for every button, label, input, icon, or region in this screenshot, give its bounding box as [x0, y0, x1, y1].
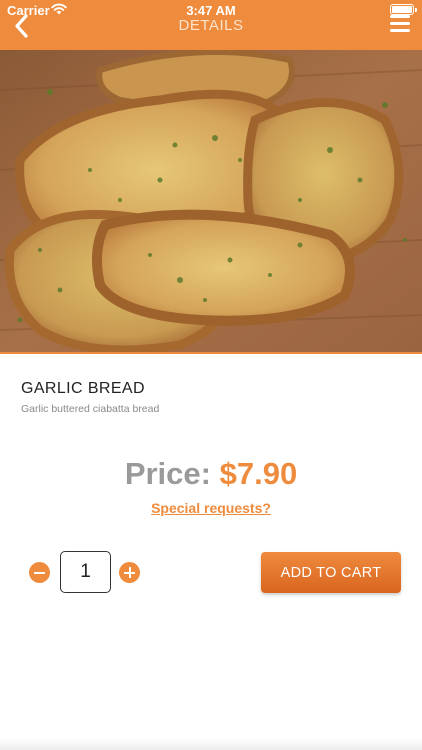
garlic-bread-photo: [0, 50, 422, 352]
menu-button[interactable]: [390, 15, 410, 32]
clock: 3:47 AM: [186, 3, 236, 18]
item-description: Garlic buttered ciabatta bread: [21, 403, 160, 415]
top-bar: Carrier 3:47 AM DETAILS: [0, 0, 422, 50]
quantity-input[interactable]: [60, 551, 111, 593]
item-name: GARLIC BREAD: [21, 380, 145, 397]
bottom-divider: [0, 738, 422, 750]
page-title: DETAILS: [178, 17, 244, 34]
decrease-quantity-button[interactable]: [29, 562, 50, 583]
price-row: Price: $7.90: [0, 456, 422, 492]
add-to-cart-button[interactable]: ADD TO CART: [261, 552, 401, 593]
increase-quantity-button[interactable]: [119, 562, 140, 583]
hamburger-menu-icon: [390, 15, 410, 32]
battery-icon: [390, 4, 417, 15]
price-label: Price:: [124, 456, 211, 491]
item-image: [0, 50, 422, 354]
price-value: $7.90: [219, 456, 298, 491]
special-requests-link[interactable]: Special requests?: [0, 500, 422, 516]
